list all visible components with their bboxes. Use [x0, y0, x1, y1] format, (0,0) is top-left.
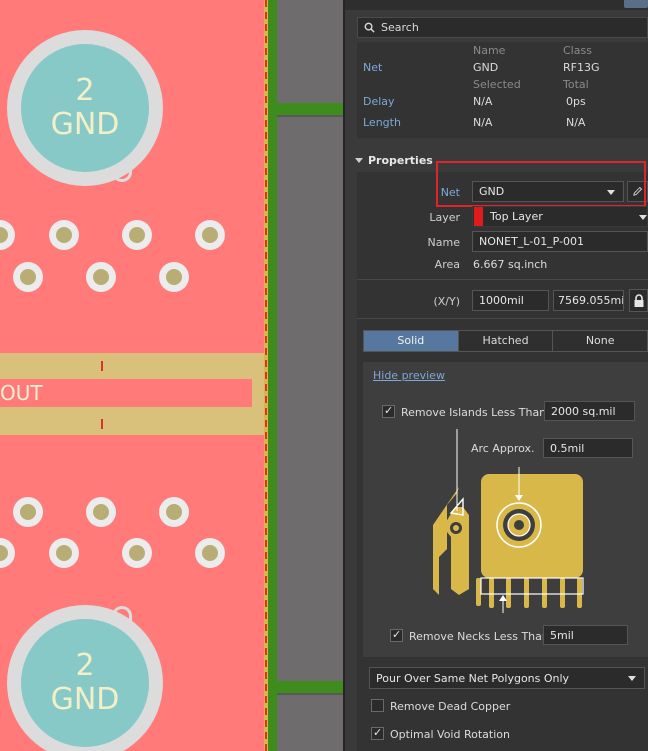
layer-dropdown[interactable]: Top Layer [472, 206, 648, 227]
trace-marker [101, 419, 103, 429]
track-gap [277, 693, 345, 695]
pad-gnd-top[interactable]: 2 GND [7, 30, 163, 186]
pcb-canvas[interactable]: 2 GND OUT 2 GND [0, 0, 345, 751]
name-field-value: NONET_L-01_P-001 [479, 235, 585, 248]
chevron-down-icon [639, 215, 647, 220]
col-header-class: Class [563, 44, 592, 57]
tab-hatched[interactable]: Hatched [458, 331, 554, 351]
length-total-value: N/A [566, 116, 586, 129]
remove-necks-value: 5mil [550, 628, 574, 642]
delay-selected-value: N/A [473, 95, 493, 108]
via[interactable] [86, 262, 116, 292]
layer-color-swatch [474, 207, 483, 226]
row-label-delay: Delay [363, 95, 395, 108]
net-info-table: Name Class Net GND RF13G Selected Total … [357, 42, 648, 138]
area-label: Area [434, 258, 460, 271]
trace-out[interactable]: OUT [0, 353, 264, 435]
fill-mode-tabs: Solid Hatched None [363, 330, 648, 352]
hide-preview-link[interactable]: Hide preview [373, 369, 445, 382]
pour-mode-value: Pour Over Same Net Polygons Only [376, 671, 570, 685]
remove-dead-copper-label: Remove Dead Copper [390, 700, 511, 713]
via[interactable] [122, 538, 152, 568]
row-label-length: Length [363, 116, 401, 129]
via[interactable] [195, 538, 225, 568]
pad-number: 2 [75, 73, 95, 108]
pad-number: 2 [75, 648, 95, 683]
x-coordinate-field[interactable]: 1000mil [472, 290, 549, 311]
via[interactable] [159, 497, 189, 527]
via[interactable] [159, 262, 189, 292]
remove-necks-checkbox[interactable] [390, 628, 403, 642]
row-label-net: Net [363, 61, 383, 74]
remove-islands-field[interactable]: 2000 sq.mil [544, 401, 635, 421]
via[interactable] [13, 262, 43, 292]
pour-mode-dropdown[interactable]: Pour Over Same Net Polygons Only [369, 667, 645, 689]
tab-solid[interactable]: Solid [364, 331, 459, 351]
remove-necks-label: Remove Necks Less Than [409, 630, 549, 643]
trace-out-label: OUT [0, 379, 252, 407]
optimal-void-rotation-checkbox[interactable] [371, 726, 384, 740]
col-header-name: Name [473, 44, 506, 57]
lock-icon [634, 293, 643, 307]
divider [357, 318, 648, 319]
track-segment[interactable] [277, 681, 345, 693]
layer-label: Layer [429, 211, 460, 224]
via[interactable] [122, 220, 152, 250]
remove-islands-value: 2000 sq.mil [551, 404, 616, 418]
polygon-outline-dashed [265, 0, 267, 751]
name-field[interactable]: NONET_L-01_P-001 [472, 231, 648, 252]
panel-header-button[interactable] [624, 0, 648, 8]
area-value: 6.667 sq.inch [473, 258, 548, 271]
col-header-total: Total [563, 78, 589, 91]
pad-label: 2 GND [21, 44, 149, 172]
preview-neck-box [480, 577, 584, 595]
track-segment[interactable] [277, 103, 345, 115]
via[interactable] [13, 497, 43, 527]
y-coordinate-value: 7569.055mil [558, 294, 624, 307]
properties-section-header[interactable]: Properties [355, 154, 433, 167]
section-title: Properties [368, 154, 433, 167]
length-selected-value: N/A [473, 116, 493, 129]
polygon-preview-diagram [433, 429, 584, 613]
divider [357, 279, 648, 280]
net-name-value: GND [473, 61, 499, 74]
layer-dropdown-value: Top Layer [490, 210, 543, 223]
remove-islands-checkbox[interactable] [382, 404, 395, 418]
remove-necks-field[interactable]: 5mil [543, 625, 628, 645]
lock-button[interactable] [629, 289, 648, 312]
collapse-triangle-icon [355, 158, 363, 163]
via[interactable] [86, 497, 116, 527]
properties-panel: Search Name Class Net GND RF13G Selected… [345, 0, 648, 751]
y-coordinate-field[interactable]: 7569.055mil [553, 290, 624, 311]
pad-net: GND [50, 107, 120, 142]
col-header-selected: Selected [473, 78, 521, 91]
via[interactable] [49, 220, 79, 250]
pad-gnd-bottom[interactable]: 2 GND [7, 605, 163, 751]
remove-dead-copper-checkbox[interactable] [371, 699, 384, 712]
highlight-box [436, 161, 646, 207]
optimal-void-rotation-label: Optimal Void Rotation [390, 728, 510, 741]
net-class-value: RF13G [563, 61, 600, 74]
search-placeholder: Search [381, 21, 419, 34]
track-gap [277, 115, 345, 117]
name-label: Name [427, 236, 460, 249]
pad-net: GND [50, 682, 120, 717]
search-input[interactable]: Search [357, 17, 648, 38]
x-coordinate-value: 1000mil [479, 294, 524, 307]
remove-islands-label: Remove Islands Less Than [401, 406, 547, 419]
pad-label: 2 GND [21, 619, 149, 747]
xy-label: (X/Y) [433, 295, 460, 308]
board-edge-track [268, 0, 277, 751]
trace-marker [101, 361, 103, 371]
via[interactable] [195, 220, 225, 250]
chevron-down-icon [628, 676, 636, 681]
panel-topbar [345, 0, 648, 10]
delay-total-value: 0ps [566, 95, 586, 108]
search-icon [364, 22, 375, 33]
via[interactable] [49, 538, 79, 568]
tab-none[interactable]: None [553, 331, 648, 351]
